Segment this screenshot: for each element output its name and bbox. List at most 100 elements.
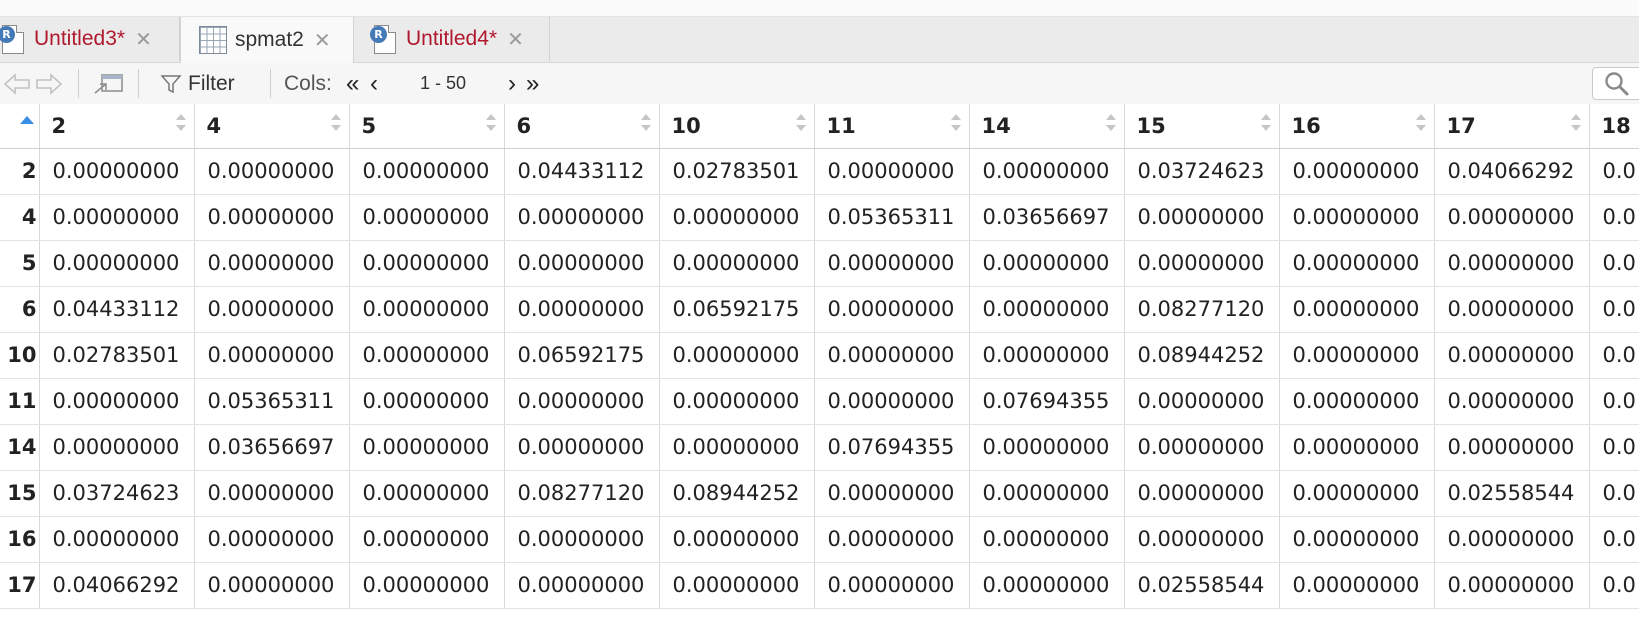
table-cell[interactable]: 0.00000000 [814, 240, 970, 287]
table-cell[interactable]: 0.00000000 [659, 516, 815, 563]
table-cell[interactable]: 0.08944252 [659, 470, 815, 517]
table-cell[interactable]: 0.08944252 [1124, 332, 1280, 379]
table-cell[interactable]: 0.00000000 [1124, 378, 1280, 425]
table-cell[interactable]: 0.00000000 [1279, 286, 1435, 333]
table-cell[interactable]: 0.00000000 [39, 424, 195, 471]
table-cell[interactable]: 0.00000000 [1279, 148, 1435, 195]
table-cell[interactable]: 0.00000000 [349, 148, 505, 195]
table-cell[interactable]: 0.00000000 [39, 516, 195, 563]
table-cell[interactable]: 0.00000000 [814, 516, 970, 563]
table-cell[interactable]: 0.00000000 [814, 470, 970, 517]
table-cell[interactable]: 0.03724623 [1124, 148, 1280, 195]
previous-columns-button[interactable]: ‹ [370, 63, 378, 104]
table-cell[interactable]: 0.08277120 [504, 470, 660, 517]
table-cell[interactable]: 0.02783501 [659, 148, 815, 195]
table-cell[interactable]: 0.00000000 [1434, 424, 1590, 471]
table-cell[interactable]: 0.00000000 [349, 240, 505, 287]
table-cell[interactable]: 0.00000000 [504, 194, 660, 241]
table-cell[interactable]: 0.00000000 [814, 148, 970, 195]
forward-button[interactable] [34, 63, 64, 104]
table-cell[interactable]: 0.00000000 [1124, 240, 1280, 287]
table-cell[interactable]: 0.05365311 [194, 378, 350, 425]
column-header[interactable]: 16 [1279, 104, 1435, 149]
column-header[interactable]: 17 [1434, 104, 1590, 149]
table-cell[interactable]: 0.00000000 [39, 240, 195, 287]
table-cell[interactable]: 0.00000000 [1124, 194, 1280, 241]
table-cell[interactable]: 0.0 [1589, 240, 1639, 287]
table-cell[interactable]: 0.00000000 [504, 378, 660, 425]
table-cell[interactable]: 0.00000000 [194, 148, 350, 195]
table-cell[interactable]: 0.00000000 [1434, 562, 1590, 609]
table-cell[interactable]: 0.02558544 [1124, 562, 1280, 609]
column-header[interactable]: 4 [194, 104, 350, 149]
column-header[interactable]: 6 [504, 104, 660, 149]
back-button[interactable] [2, 63, 32, 104]
table-cell[interactable]: 0.00000000 [1434, 240, 1590, 287]
table-cell[interactable]: 0.00000000 [1434, 516, 1590, 563]
table-cell[interactable]: 0.00000000 [1279, 470, 1435, 517]
tab-spmat2[interactable]: spmat2 ✕ [180, 17, 354, 63]
table-cell[interactable]: 0.07694355 [969, 378, 1125, 425]
close-icon[interactable]: ✕ [135, 27, 152, 51]
table-cell[interactable]: 0.00000000 [504, 562, 660, 609]
table-cell[interactable]: 0.04066292 [1434, 148, 1590, 195]
table-cell[interactable]: 0.00000000 [969, 562, 1125, 609]
table-cell[interactable]: 0.03724623 [39, 470, 195, 517]
table-cell[interactable]: 0.00000000 [659, 240, 815, 287]
table-cell[interactable]: 0.00000000 [504, 516, 660, 563]
table-cell[interactable]: 0.00000000 [969, 470, 1125, 517]
next-columns-button[interactable]: › [508, 63, 516, 104]
table-cell[interactable]: 0.00000000 [1279, 516, 1435, 563]
table-cell[interactable]: 0.00000000 [1434, 286, 1590, 333]
table-cell[interactable]: 0.00000000 [1124, 470, 1280, 517]
table-cell[interactable]: 0.00000000 [659, 332, 815, 379]
table-cell[interactable]: 0.04433112 [39, 286, 195, 333]
table-cell[interactable]: 0.00000000 [39, 148, 195, 195]
table-cell[interactable]: 0.00000000 [659, 562, 815, 609]
table-cell[interactable]: 0.0 [1589, 470, 1639, 517]
table-cell[interactable]: 0.00000000 [969, 424, 1125, 471]
filter-button[interactable]: Filter [160, 63, 235, 104]
table-cell[interactable]: 0.00000000 [969, 516, 1125, 563]
table-cell[interactable]: 0.00000000 [349, 562, 505, 609]
table-cell[interactable]: 0.00000000 [194, 470, 350, 517]
close-icon[interactable]: ✕ [507, 27, 524, 51]
table-cell[interactable]: 0.00000000 [349, 332, 505, 379]
table-cell[interactable]: 0.00000000 [969, 286, 1125, 333]
table-cell[interactable]: 0.00000000 [814, 286, 970, 333]
table-cell[interactable]: 0.0 [1589, 378, 1639, 425]
table-cell[interactable]: 0.0 [1589, 516, 1639, 563]
table-cell[interactable]: 0.08277120 [1124, 286, 1280, 333]
table-cell[interactable]: 0.00000000 [1279, 424, 1435, 471]
table-cell[interactable]: 0.00000000 [659, 194, 815, 241]
tab-untitled3[interactable]: R Untitled3* ✕ [0, 17, 180, 61]
table-cell[interactable]: 0.00000000 [1434, 332, 1590, 379]
table-cell[interactable]: 0.00000000 [659, 424, 815, 471]
table-cell[interactable]: 0.00000000 [659, 378, 815, 425]
table-cell[interactable]: 0.00000000 [504, 240, 660, 287]
table-cell[interactable]: 0.00000000 [1434, 194, 1590, 241]
table-cell[interactable]: 0.00000000 [504, 286, 660, 333]
table-cell[interactable]: 0.0 [1589, 332, 1639, 379]
table-cell[interactable]: 0.00000000 [349, 378, 505, 425]
table-cell[interactable]: 0.00000000 [814, 332, 970, 379]
table-cell[interactable]: 0.00000000 [349, 286, 505, 333]
table-cell[interactable]: 0.00000000 [1279, 378, 1435, 425]
table-cell[interactable]: 0.00000000 [194, 516, 350, 563]
table-cell[interactable]: 0.00000000 [1279, 240, 1435, 287]
table-cell[interactable]: 0.02558544 [1434, 470, 1590, 517]
table-cell[interactable]: 0.00000000 [39, 378, 195, 425]
table-cell[interactable]: 0.00000000 [1279, 194, 1435, 241]
column-header[interactable]: 2 [39, 104, 195, 149]
table-cell[interactable]: 0.07694355 [814, 424, 970, 471]
table-cell[interactable]: 0.00000000 [969, 148, 1125, 195]
table-cell[interactable]: 0.03656697 [969, 194, 1125, 241]
table-cell[interactable]: 0.00000000 [194, 194, 350, 241]
table-cell[interactable]: 0.00000000 [1279, 332, 1435, 379]
table-cell[interactable]: 0.05365311 [814, 194, 970, 241]
table-cell[interactable]: 0.0 [1589, 194, 1639, 241]
table-cell[interactable]: 0.00000000 [194, 562, 350, 609]
table-cell[interactable]: 0.00000000 [194, 240, 350, 287]
table-cell[interactable]: 0.00000000 [194, 332, 350, 379]
column-header[interactable]: 10 [659, 104, 815, 149]
